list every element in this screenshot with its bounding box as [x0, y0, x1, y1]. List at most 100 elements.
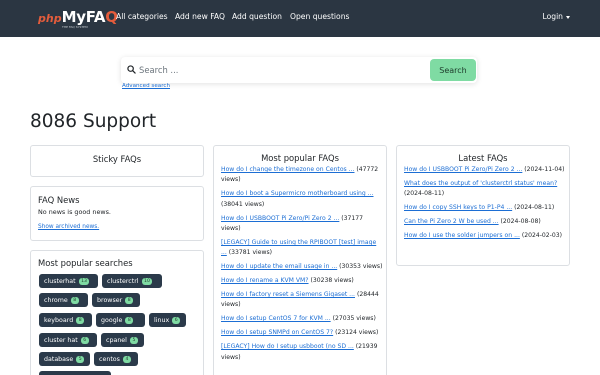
sticky-faqs-card: Sticky FAQs [30, 145, 204, 177]
tag-label: google [101, 316, 123, 324]
faq-news-card: FAQ News No news is good news. Show arch… [30, 186, 204, 241]
nav-open-questions[interactable]: Open questions [290, 12, 349, 21]
tag-count-badge: 5 [129, 336, 138, 344]
popular-faq-link[interactable]: How do I setup SNMPd on CentOS 7? [221, 329, 333, 336]
search-input[interactable] [139, 59, 429, 81]
tag-count-badge: 5 [76, 355, 85, 363]
tag-count-badge: 8 [125, 296, 134, 304]
list-item: Can the Pi Zero 2 W be used ... (2024-08… [404, 217, 566, 227]
popular-faq-link[interactable]: [LEGACY] How do I setup usbboot (no SD .… [221, 343, 354, 350]
faq-date: (2024-11-04) [524, 166, 565, 173]
latest-faq-link[interactable]: Can the Pi Zero 2 W be used ... [404, 218, 499, 225]
list-item: How do I USBBOOT Pi Zero/Pi Zero 2 ... (… [221, 214, 383, 235]
logo-faq-text: MyFA [61, 8, 106, 26]
sticky-faqs-title: Sticky FAQs [92, 154, 142, 164]
faq-views: (33781 views) [228, 249, 273, 257]
faq-date: (2024-08-11) [404, 190, 445, 198]
tag-label: browser [97, 296, 123, 304]
search-tag-clusterhat[interactable]: clusterhat 13 [39, 274, 98, 288]
tag-label: clusterctrl [107, 277, 139, 285]
list-item: How do I setup CentOS 7 for KVM ... (270… [221, 314, 383, 324]
tag-label: database [44, 355, 74, 363]
latest-faqs-title: Latest FAQs [458, 153, 508, 163]
search-bar: Search [121, 57, 477, 83]
latest-faqs-list: How do I USBBOOT Pi Zero/Pi Zero 2 ... (… [404, 165, 566, 245]
search-tag-raspberrypi[interactable]: raspberrypi4 [39, 371, 111, 375]
search-tag-browser[interactable]: browser 8 [92, 293, 140, 307]
faq-views: (23124 views) [335, 329, 379, 337]
list-item: How do I factory reset a Siemens Gigaset… [221, 290, 383, 311]
popular-faq-link[interactable]: How do I rename a KVM VM? [221, 277, 309, 284]
tag-count-badge: 10 [141, 277, 153, 285]
latest-faq-link[interactable]: How do I USBBOOT Pi Zero/Pi Zero 2 ... [404, 166, 522, 173]
search-tag-keyboard[interactable]: keyboard 8 [39, 313, 92, 327]
faq-views: (38041 views) [221, 200, 265, 208]
search-tag-chrome[interactable]: chrome 8 [39, 293, 88, 307]
search-tag-database[interactable]: database 5 [39, 352, 90, 366]
tag-count-badge: 4 [122, 355, 131, 363]
latest-faqs-card: Latest FAQs How do I USBBOOT Pi Zero/Pi … [396, 145, 570, 266]
faq-date: (2024-08-11) [514, 204, 555, 212]
faq-views: (30238 views) [310, 277, 354, 285]
popular-faqs-list: How do I change the timezone on Centos .… [221, 165, 383, 367]
nav-all-categories[interactable]: All categories [116, 12, 168, 21]
popular-faq-link[interactable]: How do I factory reset a Siemens Gigaset… [221, 291, 355, 298]
tag-count-badge: 8 [70, 296, 79, 304]
faq-news-title: FAQ News [38, 195, 80, 205]
list-item: How do I copy SSH keys to P1-P4 ... (202… [404, 203, 566, 213]
popular-faq-link[interactable]: How do I boot a Supermicro motherboard u… [221, 190, 374, 197]
list-item: [LEGACY] How do I setup usbboot (no SD .… [221, 342, 383, 363]
search-tag-clusterctrl[interactable]: clusterctrl 10 [102, 274, 162, 288]
latest-faq-link[interactable]: How do I copy SSH keys to P1-P4 ... [404, 204, 512, 211]
latest-faq-link[interactable]: What does the output of 'clusterctrl sta… [404, 180, 557, 187]
logo-php-text: php [38, 12, 62, 25]
search-tag-cluster-hat[interactable]: cluster hat 6 [39, 333, 97, 347]
nav-add-new-faq[interactable]: Add new FAQ [175, 12, 225, 21]
search-icon [127, 65, 136, 74]
popular-searches-title: Most popular searches [38, 258, 133, 268]
search-button[interactable]: Search [430, 59, 476, 81]
list-item: How do I setup SNMPd on CentOS 7? (23124… [221, 328, 383, 338]
tag-label: cpanel [106, 336, 127, 344]
list-item: How do I use the solder jumpers on ... (… [404, 231, 566, 241]
search-tag-linux[interactable]: linux 6 [149, 313, 186, 327]
popular-faq-link[interactable]: How do I USBBOOT Pi Zero/Pi Zero 2 ... [221, 215, 339, 222]
login-label: Login [542, 12, 564, 21]
list-item: How do I change the timezone on Centos .… [221, 165, 383, 186]
tag-label: clusterhat [44, 277, 76, 285]
tag-label: centos [99, 355, 120, 363]
list-item: How do I rename a KVM VM? (30238 views) [221, 276, 383, 286]
chevron-down-icon [566, 15, 570, 19]
archived-news-link[interactable]: Show archived news. [38, 224, 99, 230]
popular-searches-card: Most popular searches clusterhat 13 clust… [30, 250, 204, 375]
faq-views: (27035 views) [332, 315, 376, 323]
faq-date: (2024-02-03) [521, 232, 562, 240]
popular-faqs-title: Most popular FAQs [261, 153, 339, 163]
popular-faq-link[interactable]: How do I update the email usage in ... [221, 263, 337, 270]
latest-faq-link[interactable]: How do I use the solder jumpers on ... [404, 232, 520, 239]
tag-label: chrome [44, 296, 68, 304]
popular-faqs-card: Most popular FAQs How do I change the ti… [213, 145, 387, 375]
faq-views: (30353 views) [339, 263, 383, 271]
tag-label: keyboard [44, 316, 74, 324]
tag-count-badge: 6 [172, 316, 181, 324]
phpmyfaq-logo[interactable]: php MyFA Q THE FAQ SYSTEM [38, 8, 118, 30]
list-item: How do I USBBOOT Pi Zero/Pi Zero 2 ... (… [404, 165, 566, 175]
top-navbar: php MyFA Q THE FAQ SYSTEM All categories… [0, 0, 600, 37]
advanced-search-link[interactable]: Advanced search [122, 83, 170, 89]
search-tag-google[interactable]: google 8 [96, 313, 145, 327]
faq-date: (2024-08-08) [500, 218, 541, 226]
popular-faq-link[interactable]: How do I setup CentOS 7 for KVM ... [221, 315, 331, 322]
tag-count-badge: 8 [76, 316, 85, 324]
tag-count-badge: 8 [125, 316, 134, 324]
search-tag-cpanel[interactable]: cpanel 5 [101, 333, 144, 347]
search-tag-centos[interactable]: centos 4 [94, 352, 138, 366]
popular-faq-link[interactable]: How do I change the timezone on Centos .… [221, 166, 354, 173]
list-item: How do I boot a Supermicro motherboard u… [221, 189, 383, 210]
tag-count-badge: 6 [80, 336, 89, 344]
login-dropdown[interactable]: Login [542, 12, 570, 21]
nav-add-question[interactable]: Add question [232, 12, 282, 21]
tag-label: linux [154, 316, 170, 324]
list-item: [LEGACY] Guide to using the RPIBOOT [tes… [221, 238, 383, 259]
tag-label: cluster hat [44, 336, 78, 344]
